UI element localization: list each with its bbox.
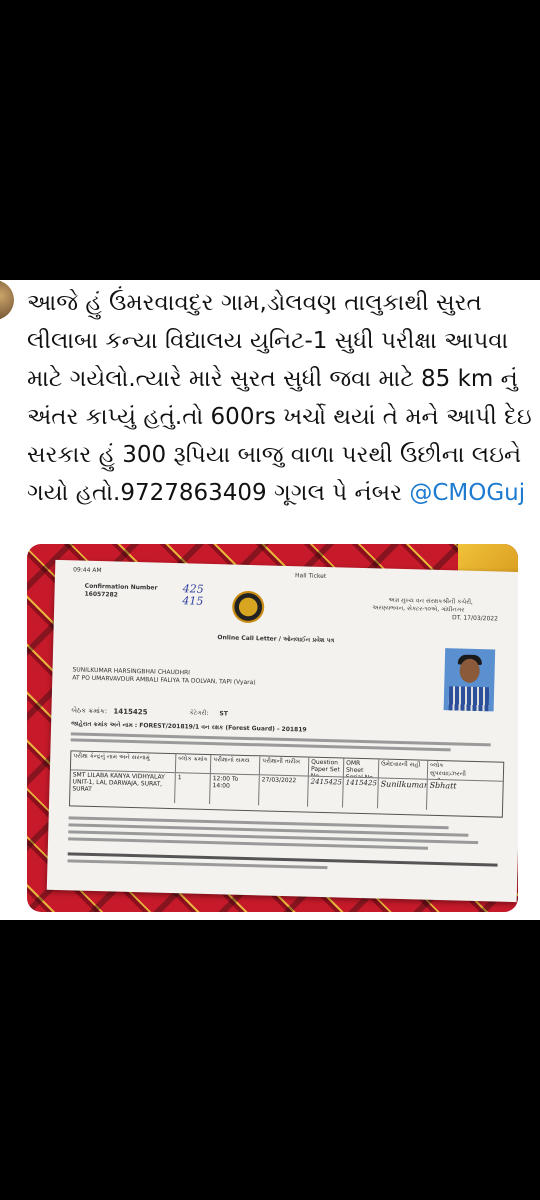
- exam-details-table: પરીક્ષા કેન્દ્રનું નામ અને સરનામું બ્લોક…: [68, 750, 505, 818]
- table-header-cell: Question Paper Set No: [308, 757, 345, 777]
- table-cell: 12:00 To 14:00: [210, 774, 260, 806]
- table-header-cell: પરીક્ષાનો સમય: [210, 755, 261, 775]
- table-cell: 2415425: [308, 776, 344, 808]
- doc-hall-ticket: Hall Ticket: [294, 572, 327, 580]
- doc-handwriting-top: 425 415: [182, 582, 204, 608]
- candidate-face: [459, 658, 480, 684]
- emblem-seal: [231, 590, 265, 624]
- mention-link[interactable]: @CMOGuj: [409, 480, 525, 506]
- doc-seat-label: બેઠક ક્રમાંક:: [71, 706, 108, 716]
- table-header-cell: બ્લોક સુપરવાઇઝરની સહી: [429, 761, 466, 780]
- doc-seat-number: 1415425: [113, 707, 148, 717]
- candidate-photo: [443, 648, 496, 712]
- table-cell-signature: Sunilkumar: [378, 778, 428, 810]
- doc-date-top: DT. 17/03/2022: [451, 614, 499, 623]
- tweet-body: આજે હું ઉંમરવાવદુર ગામ,ડોલવણ તાલુકાથી સુ…: [27, 290, 540, 506]
- table-cell-signature: Sbhatt: [429, 780, 457, 791]
- doc-time: 09:44 AM: [73, 566, 102, 575]
- table-cell: 1: [175, 773, 211, 805]
- tweet-text: આજે હું ઉંમરવાવદુર ગામ,ડોલવણ તાલુકાથી સુ…: [27, 284, 532, 512]
- table-header-cell: બ્લોક ક્રમાંક: [175, 754, 212, 774]
- table-cell: 1415425: [343, 777, 379, 809]
- doc-category-label: કેટેગરી:: [189, 709, 209, 717]
- doc-category: ST: [219, 710, 228, 718]
- table-header-cell: OMR Sheet Serial No.: [343, 758, 380, 778]
- tweet-card: આજે હું ઉંમરવાવદુર ગામ,ડોલવણ તાલુકાથી સુ…: [0, 280, 540, 920]
- table-cell: 27/03/2022: [259, 775, 309, 807]
- table-header-cell: પરીક્ષાની તારીખ: [259, 756, 310, 776]
- table-header-cell: પરીક્ષા કેન્દ્રનું નામ અને સરનામું: [70, 751, 177, 773]
- avatar[interactable]: [0, 280, 14, 320]
- doc-confirmation-number: 16057282: [84, 590, 118, 599]
- candidate-shirt: [448, 686, 490, 712]
- table-cell: SMT LILABA KANYA VIDHYALAY UNIT-1, LAL D…: [70, 770, 176, 804]
- hall-ticket-document: 09:44 AM Hall Ticket Confirmation Number…: [46, 559, 518, 903]
- doc-call-letter: Online Call Letter / ઓનલાઈન પ્રવેશ પત્ર: [217, 634, 335, 645]
- table-header-cell: ઉમેદવારની સહી: [378, 759, 429, 779]
- attached-photo[interactable]: 09:44 AM Hall Ticket Confirmation Number…: [27, 544, 518, 912]
- doc-dept-line2: અરણ્યભવન, સેક્ટર-૧૦એ, ગાંધીનગર: [372, 604, 465, 614]
- doc-candidate-address: AT PO UMARVAVDUR AMBALI FALIYA TA DOLVAN…: [72, 674, 256, 687]
